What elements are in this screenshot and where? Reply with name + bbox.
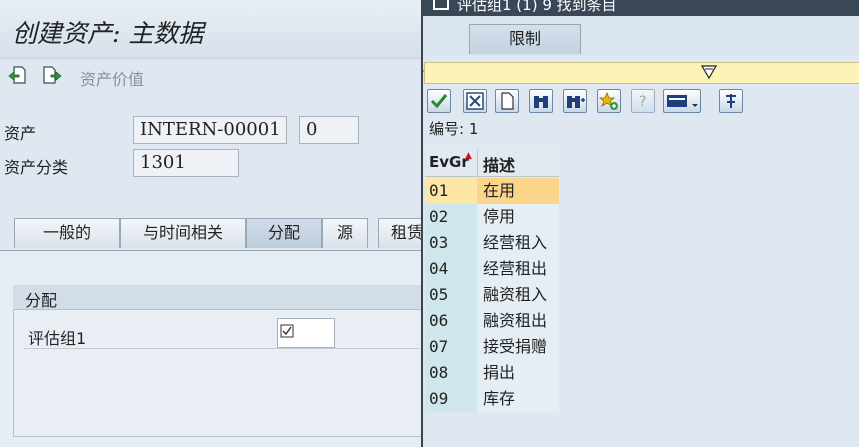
cell-code[interactable]: 02 [425, 204, 477, 230]
dialog-window-icon [433, 0, 449, 10]
tab-origin[interactable]: 源 [322, 218, 368, 248]
asset-class-label: 资产分类 [4, 158, 69, 177]
tab-label: 一般的 [42, 223, 91, 242]
restriction-toggle-bar[interactable] [424, 62, 859, 84]
favorites-add-icon[interactable] [597, 89, 621, 113]
tab-label: 租赁 [391, 223, 421, 242]
dialog-title-bar: 评估组1 (1) 9 找到条目 [423, 0, 859, 16]
evaluation-group-1-label: 评估组1 [28, 329, 87, 348]
table-row[interactable]: 03 经营租入 [425, 230, 559, 256]
table-row[interactable]: 04 经营租出 [425, 256, 559, 282]
cell-code[interactable]: 04 [425, 256, 477, 282]
allocation-group-title: 分配 [25, 291, 58, 310]
value-help-dialog: 评估组1 (1) 9 找到条目 限制 ? 编号: 1 EvGr ▲ 描述 01 … [421, 0, 859, 447]
find-next-icon[interactable] [563, 89, 587, 113]
tab-allocation[interactable]: 分配 [246, 218, 322, 248]
layout-settings-icon[interactable] [663, 89, 701, 113]
cell-code[interactable]: 01 [425, 178, 477, 204]
tab-label: 分配 [267, 223, 300, 242]
technical-info-icon[interactable] [719, 89, 743, 113]
column-header-description[interactable]: 描述 [483, 152, 515, 176]
cell-description[interactable]: 在用 [477, 178, 559, 204]
tab-leasing[interactable]: 租赁 [378, 218, 421, 248]
svg-text:?: ? [639, 94, 646, 110]
cell-code[interactable]: 07 [425, 334, 477, 360]
grid-header: EvGr ▲ 描述 [425, 150, 559, 177]
cell-description[interactable]: 接受捐赠 [477, 334, 559, 360]
asset-number-field[interactable]: INTERN-00001 [133, 116, 287, 144]
tab-restrictions[interactable]: 限制 [469, 24, 581, 54]
cell-code[interactable]: 08 [425, 360, 477, 386]
tab-general[interactable]: 一般的 [14, 218, 120, 248]
main-screen: 创建资产: 主数据 资产价值 资产 INTERN-00001 0 资产分类 13… [0, 0, 421, 447]
asset-subnumber-field[interactable]: 0 [299, 116, 359, 144]
cell-code[interactable]: 05 [425, 282, 477, 308]
table-row[interactable]: 05 融资租入 [425, 282, 559, 308]
screen-title: 创建资产: 主数据 [12, 19, 204, 48]
cell-description[interactable]: 捐出 [477, 360, 559, 386]
next-object-icon[interactable] [42, 65, 62, 85]
table-row[interactable]: 06 融资租出 [425, 308, 559, 334]
collapse-handle-icon[interactable] [700, 65, 718, 83]
screen-title-bar: 创建资产: 主数据 [0, 0, 421, 59]
cell-description[interactable]: 库存 [477, 386, 559, 412]
evaluation-group-1-field[interactable] [277, 318, 335, 348]
table-row[interactable]: 02 停用 [425, 204, 559, 230]
find-binoculars-icon[interactable] [529, 89, 553, 113]
table-row[interactable]: 01 在用 [425, 178, 559, 204]
cell-description[interactable]: 经营租出 [477, 256, 559, 282]
confirm-checkmark-icon[interactable] [427, 89, 451, 113]
column-header-code[interactable]: EvGr [429, 153, 469, 171]
table-row[interactable]: 08 捐出 [425, 360, 559, 386]
cell-code[interactable]: 09 [425, 386, 477, 412]
asset-class-field[interactable]: 1301 [133, 149, 239, 177]
allocation-group-header: 分配 [13, 285, 421, 310]
cancel-icon[interactable] [463, 89, 487, 113]
dialog-title: 评估组1 (1) 9 找到条目 [457, 0, 617, 14]
asset-value-button[interactable]: 资产价值 [80, 66, 144, 90]
tab-label: 与时间相关 [142, 223, 223, 242]
asset-label: 资产 [4, 124, 37, 143]
tab-label: 源 [336, 223, 353, 242]
field-row-divider [24, 348, 420, 349]
new-document-icon[interactable] [495, 89, 519, 113]
help-icon[interactable]: ? [631, 89, 655, 113]
table-row[interactable]: 07 接受捐赠 [425, 334, 559, 360]
table-row[interactable]: 09 库存 [425, 386, 559, 412]
dialog-toolbar: ? [423, 88, 859, 114]
application-toolbar: 资产价值 [0, 58, 421, 96]
previous-object-icon[interactable] [8, 65, 28, 85]
tab-label: 限制 [508, 29, 541, 48]
column-separator [477, 150, 478, 176]
sort-indicator-icon: ▲ [465, 151, 472, 161]
cell-code[interactable]: 06 [425, 308, 477, 334]
tab-time-dependent[interactable]: 与时间相关 [120, 218, 246, 248]
cell-description[interactable]: 融资租入 [477, 282, 559, 308]
dialog-tabstrip: 限制 [423, 16, 859, 72]
asset-tabstrip: 一般的 与时间相关 分配 源 租赁 [0, 214, 421, 250]
cell-code[interactable]: 03 [425, 230, 477, 256]
entry-count-label: 编号: 1 [429, 120, 479, 138]
cell-description[interactable]: 融资租出 [477, 308, 559, 334]
cell-description[interactable]: 停用 [477, 204, 559, 230]
value-help-icon[interactable] [280, 323, 294, 342]
cell-description[interactable]: 经营租入 [477, 230, 559, 256]
